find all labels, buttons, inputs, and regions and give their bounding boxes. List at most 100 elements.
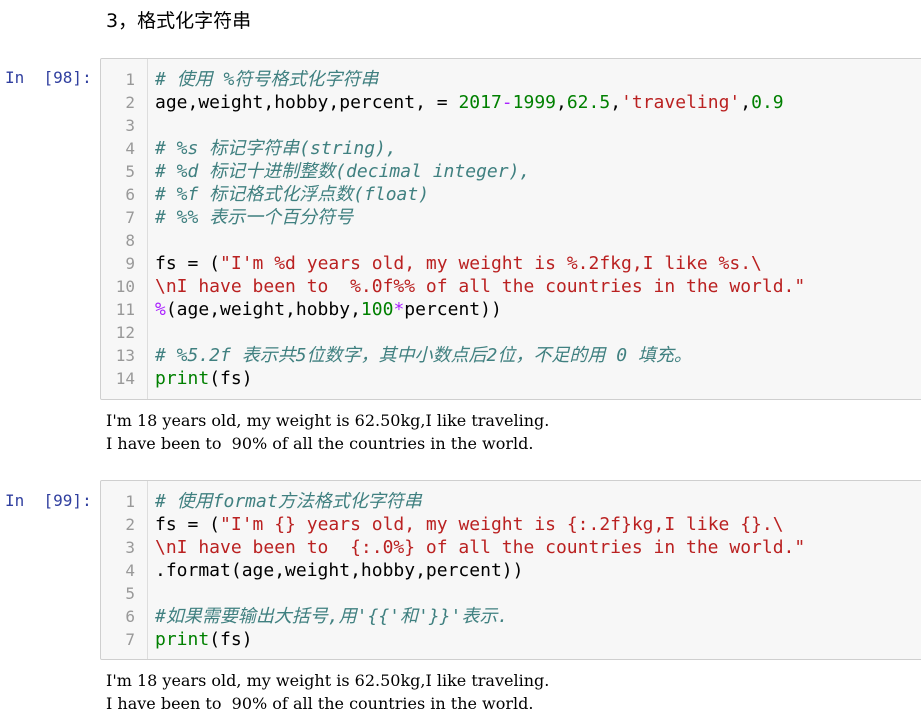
code-token: 'traveling': [621, 92, 741, 113]
code-text: print(fs): [155, 367, 253, 390]
code-editor[interactable]: 1 # 使用 %符号格式化字符串 2 age,weight,hobby,percent…: [101, 68, 921, 390]
code-token: #如果需要输出大括号,用'{{'和'}}'表示.: [155, 606, 509, 627]
line-number: 1: [125, 492, 135, 511]
code-line[interactable]: 3 \nI have been to {:.0%} of all the coun…: [101, 536, 921, 559]
code-line[interactable]: 2 age,weight,hobby,percent, = 2017-1999,6…: [101, 91, 921, 114]
code-text: age,weight,hobby,percent, = 2017-1999,62…: [155, 91, 784, 114]
code-line[interactable]: 5 # %d 标记十进制整数(decimal integer),: [101, 160, 921, 183]
code-token: fs = (: [155, 514, 221, 535]
line-number: 11: [115, 300, 135, 319]
cell-prompt: In [99]:: [5, 491, 92, 510]
code-line[interactable]: 3: [101, 114, 921, 137]
code-line[interactable]: 1 # 使用format方法格式化字符串: [101, 490, 921, 513]
code-token: # 使用 %符号格式化字符串: [155, 69, 379, 90]
code-line[interactable]: 13 # %5.2f 表示共5位数字，其中小数点后2位，不足的用 0 填充。: [101, 344, 921, 367]
code-text: print(fs): [155, 628, 253, 651]
code-token: fs = (: [155, 253, 221, 274]
code-line[interactable]: 12: [101, 321, 921, 344]
code-token: 62.5: [566, 92, 611, 113]
code-editor[interactable]: 1 # 使用format方法格式化字符串 2 fs = ("I'm {} years …: [101, 490, 921, 651]
code-token: "I'm %d years old, my weight is %.2fkg,I…: [220, 253, 762, 274]
code-token: print: [155, 629, 210, 650]
code-token: # 使用format方法格式化字符串: [155, 491, 422, 512]
output-line: I'm 18 years old, my weight is 62.50kg,I…: [106, 411, 550, 430]
line-number: 5: [125, 584, 135, 603]
section-heading: 3，格式化字符串: [106, 10, 252, 32]
code-text: fs = ("I'm %d years old, my weight is %.…: [155, 252, 762, 275]
code-text: fs = ("I'm {} years old, my weight is {:…: [155, 513, 784, 536]
code-line[interactable]: 11 %(age,weight,hobby,100*percent)): [101, 298, 921, 321]
code-text: # %d 标记十进制整数(decimal integer),: [155, 160, 530, 183]
code-text: # %% 表示一个百分符号: [155, 206, 353, 229]
code-text: # 使用format方法格式化字符串: [155, 490, 422, 513]
code-token: *: [393, 299, 405, 320]
output-line: I have been to 90% of all the countries …: [106, 434, 534, 453]
code-token: \nI have been to %.0f%% of all the count…: [155, 276, 806, 297]
line-number: 13: [115, 346, 135, 365]
code-text: %(age,weight,hobby,100*percent)): [155, 298, 502, 321]
code-token: ,: [556, 92, 567, 113]
code-token: 0.9: [751, 92, 784, 113]
code-text: # %f 标记格式化浮点数(float): [155, 183, 429, 206]
code-token: ,: [740, 92, 752, 113]
code-line[interactable]: 10 \nI have been to %.0f%% of all the cou…: [101, 275, 921, 298]
code-text: # %s 标记字符串(string),: [155, 137, 397, 160]
code-token: .format(age,weight,hobby,percent)): [155, 560, 524, 581]
code-cell[interactable]: 1 # 使用format方法格式化字符串 2 fs = ("I'm {} years …: [100, 480, 921, 660]
line-number: 1: [125, 70, 135, 89]
code-line[interactable]: 5: [101, 582, 921, 605]
code-token: "I'm {} years old, my weight is {:.2f}kg…: [220, 514, 784, 535]
code-line[interactable]: 9 fs = ("I'm %d years old, my weight is %…: [101, 252, 921, 275]
line-number: 3: [125, 116, 135, 135]
code-token: (fs): [209, 629, 253, 650]
code-token: # %d 标记十进制整数(decimal integer),: [155, 161, 531, 182]
line-number: 9: [125, 254, 135, 273]
line-number: 8: [125, 231, 135, 250]
code-token: # %5.2f 表示共5位数字，其中小数点后2位，不足的用 0 填充。: [155, 345, 692, 366]
line-number: 14: [115, 369, 135, 388]
code-line[interactable]: 6 # %f 标记格式化浮点数(float): [101, 183, 921, 206]
code-token: 1999: [512, 92, 556, 113]
code-text: \nI have been to %.0f%% of all the count…: [155, 275, 805, 298]
line-number: 4: [125, 561, 135, 580]
line-number: 2: [125, 93, 135, 112]
code-line[interactable]: 4 # %s 标记字符串(string),: [101, 137, 921, 160]
code-token: \nI have been to {:.0%} of all the count…: [155, 537, 806, 558]
code-line[interactable]: 8: [101, 229, 921, 252]
code-line[interactable]: 7 print(fs): [101, 628, 921, 651]
code-line[interactable]: 6 #如果需要输出大括号,用'{{'和'}}'表示.: [101, 605, 921, 628]
code-token: (fs): [209, 368, 253, 389]
line-number: 5: [125, 162, 135, 181]
output-line: I have been to 90% of all the countries …: [106, 694, 534, 713]
line-number: 6: [125, 607, 135, 626]
code-text: #如果需要输出大括号,用'{{'和'}}'表示.: [155, 605, 508, 628]
line-number: 7: [125, 208, 135, 227]
code-line[interactable]: 4 .format(age,weight,hobby,percent)): [101, 559, 921, 582]
code-token: 2017: [458, 92, 502, 113]
code-token: -: [501, 92, 513, 113]
line-number: 10: [115, 277, 135, 296]
cell-prompt: In [98]:: [5, 68, 92, 87]
code-token: # %f 标记格式化浮点数(float): [155, 184, 430, 205]
code-token: print: [155, 368, 210, 389]
code-line[interactable]: 1 # 使用 %符号格式化字符串: [101, 68, 921, 91]
code-token: age,weight,hobby,percent, =: [155, 92, 459, 113]
code-token: %: [155, 299, 166, 320]
code-cell[interactable]: 1 # 使用 %符号格式化字符串 2 age,weight,hobby,percent…: [100, 58, 921, 400]
code-line[interactable]: 7 # %% 表示一个百分符号: [101, 206, 921, 229]
line-number: 4: [125, 139, 135, 158]
code-text: # %5.2f 表示共5位数字，其中小数点后2位，不足的用 0 填充。: [155, 344, 692, 367]
code-token: ,: [610, 92, 622, 113]
code-token: (age,weight,hobby,: [165, 299, 361, 320]
line-number: 7: [125, 630, 135, 649]
code-token: # %s 标记字符串(string),: [155, 138, 397, 159]
code-line[interactable]: 2 fs = ("I'm {} years old, my weight is {…: [101, 513, 921, 536]
code-token: 100: [360, 299, 394, 320]
line-number: 3: [125, 538, 135, 557]
code-text: # 使用 %符号格式化字符串: [155, 68, 378, 91]
code-line[interactable]: 14 print(fs): [101, 367, 921, 390]
line-number: 6: [125, 185, 135, 204]
code-token: percent)): [404, 299, 502, 320]
code-text: .format(age,weight,hobby,percent)): [155, 559, 523, 582]
code-text: \nI have been to {:.0%} of all the count…: [155, 536, 805, 559]
